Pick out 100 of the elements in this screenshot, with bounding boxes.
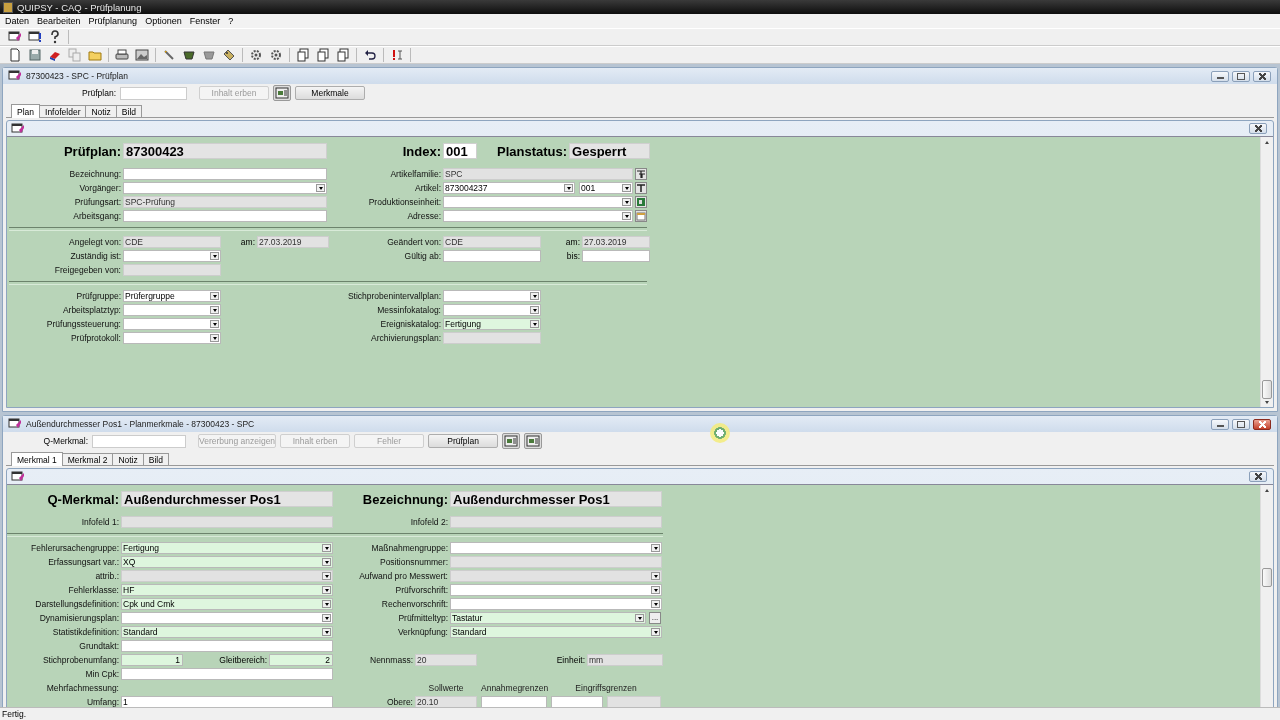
dropdown-field[interactable] — [123, 304, 221, 316]
text-field[interactable]: SPC — [443, 168, 633, 180]
menu-item[interactable]: Bearbeiten — [33, 16, 85, 26]
dropdown-arrow-icon[interactable] — [210, 334, 219, 342]
dropdown-arrow-icon[interactable] — [651, 572, 660, 580]
text-field[interactable]: 27.03.2019 — [257, 236, 329, 248]
dropdown-arrow-icon[interactable] — [322, 544, 331, 552]
text-field[interactable]: 1 — [121, 654, 183, 666]
text-field[interactable] — [121, 516, 333, 528]
printer-icon[interactable] — [115, 48, 129, 62]
menu-item[interactable]: Daten — [1, 16, 34, 26]
lookup-button[interactable] — [635, 182, 647, 194]
lookup-field[interactable] — [120, 86, 187, 100]
text-field[interactable] — [121, 640, 333, 652]
dropdown-field[interactable]: Fertigung — [121, 542, 333, 554]
page-icon[interactable] — [316, 48, 330, 62]
form-icon[interactable] — [8, 30, 22, 44]
dropdown-arrow-icon[interactable] — [210, 292, 219, 300]
restore-button[interactable] — [1232, 418, 1250, 430]
dropdown-field[interactable]: 873004237 — [443, 182, 575, 194]
lookup-button[interactable] — [635, 168, 647, 180]
image-icon[interactable] — [135, 48, 149, 62]
document-icon[interactable] — [8, 48, 22, 62]
cup-icon[interactable] — [182, 48, 196, 62]
dropdown-arrow-icon[interactable] — [622, 212, 631, 220]
dropdown-field[interactable] — [121, 570, 333, 582]
dropdown-field[interactable]: Tastatur — [450, 612, 646, 624]
header-field[interactable]: Gesperrt — [569, 143, 651, 159]
page-icon[interactable] — [296, 48, 310, 62]
text-field[interactable] — [123, 264, 221, 276]
gear-icon[interactable] — [249, 48, 263, 62]
form-alert-icon[interactable] — [28, 30, 42, 44]
menu-item[interactable]: Prüfplanung — [84, 16, 142, 26]
dropdown-field[interactable]: 001 — [579, 182, 633, 194]
tag-icon[interactable] — [222, 48, 236, 62]
undo-icon[interactable] — [363, 48, 377, 62]
text-field[interactable] — [481, 696, 547, 707]
dropdown-field[interactable]: Standard — [450, 626, 662, 638]
form-switch-button[interactable] — [502, 433, 521, 449]
tab[interactable]: Merkmal 1 — [11, 452, 63, 466]
tab[interactable]: Merkmal 2 — [61, 453, 114, 465]
dropdown-field[interactable]: Prüfergruppe — [123, 290, 221, 302]
menu-item[interactable]: ? — [224, 16, 238, 26]
dropdown-field[interactable] — [443, 304, 541, 316]
dropdown-arrow-icon[interactable] — [316, 184, 325, 192]
header-field[interactable]: 87300423 — [123, 143, 327, 159]
menu-item[interactable]: Optionen — [141, 16, 186, 26]
text-field[interactable] — [607, 696, 661, 707]
form-switch-button[interactable] — [524, 433, 543, 449]
dropdown-arrow-icon[interactable] — [322, 600, 331, 608]
header-field[interactable]: 001 — [443, 143, 477, 159]
form-switch-button[interactable] — [273, 85, 291, 101]
text-field[interactable] — [450, 516, 662, 528]
pen-icon[interactable] — [162, 48, 176, 62]
text-field[interactable]: CDE — [443, 236, 541, 248]
dropdown-field[interactable] — [443, 196, 633, 208]
toolbar-button[interactable]: Prüfplan — [428, 434, 499, 448]
tab[interactable]: Plan — [11, 104, 40, 118]
dropdown-arrow-icon[interactable] — [210, 320, 219, 328]
alert-icon[interactable] — [390, 48, 404, 62]
dropdown-arrow-icon[interactable] — [210, 252, 219, 260]
text-field[interactable]: 27.03.2019 — [582, 236, 650, 248]
close-button[interactable] — [1249, 123, 1267, 134]
close-button[interactable] — [1253, 418, 1271, 430]
tab[interactable]: Bild — [115, 105, 143, 117]
tab[interactable]: Notiz — [112, 453, 144, 465]
menu-item[interactable]: Fenster — [185, 16, 225, 26]
dropdown-arrow-icon[interactable] — [322, 558, 331, 566]
text-field[interactable]: 20 — [415, 654, 477, 666]
dropdown-arrow-icon[interactable] — [530, 320, 539, 328]
text-field[interactable] — [551, 696, 603, 707]
dropdown-field[interactable] — [450, 598, 662, 610]
gear-icon[interactable] — [269, 48, 283, 62]
tab[interactable]: Bild — [142, 453, 169, 465]
dropdown-field[interactable] — [450, 542, 662, 554]
dropdown-field[interactable] — [443, 210, 633, 222]
page-icon[interactable] — [336, 48, 350, 62]
dropdown-arrow-icon[interactable] — [622, 198, 631, 206]
text-field[interactable]: mm — [587, 654, 663, 666]
dropdown-field[interactable]: Cpk und Cmk — [121, 598, 333, 610]
header-field[interactable]: Außendurchmesser Pos1 — [121, 491, 333, 507]
scrollbar[interactable] — [1260, 137, 1273, 407]
dropdown-field[interactable] — [450, 570, 662, 582]
dropdown-arrow-icon[interactable] — [622, 184, 631, 192]
text-field[interactable] — [582, 250, 650, 262]
dropdown-arrow-icon[interactable] — [210, 306, 219, 314]
text-field[interactable]: 2 — [269, 654, 333, 666]
text-field[interactable]: CDE — [123, 236, 221, 248]
minimize-button[interactable] — [1211, 418, 1229, 430]
dropdown-arrow-icon[interactable] — [564, 184, 573, 192]
dropdown-field[interactable] — [123, 318, 221, 330]
dropdown-arrow-icon[interactable] — [651, 600, 660, 608]
dropdown-field[interactable]: HF — [121, 584, 333, 596]
tab[interactable]: Infofelder — [39, 105, 87, 117]
dropdown-arrow-icon[interactable] — [651, 628, 660, 636]
dropdown-field[interactable] — [121, 612, 333, 624]
dropdown-arrow-icon[interactable] — [530, 306, 539, 314]
form-icon[interactable] — [11, 469, 25, 484]
dropdown-arrow-icon[interactable] — [651, 586, 660, 594]
text-field[interactable] — [443, 332, 541, 344]
